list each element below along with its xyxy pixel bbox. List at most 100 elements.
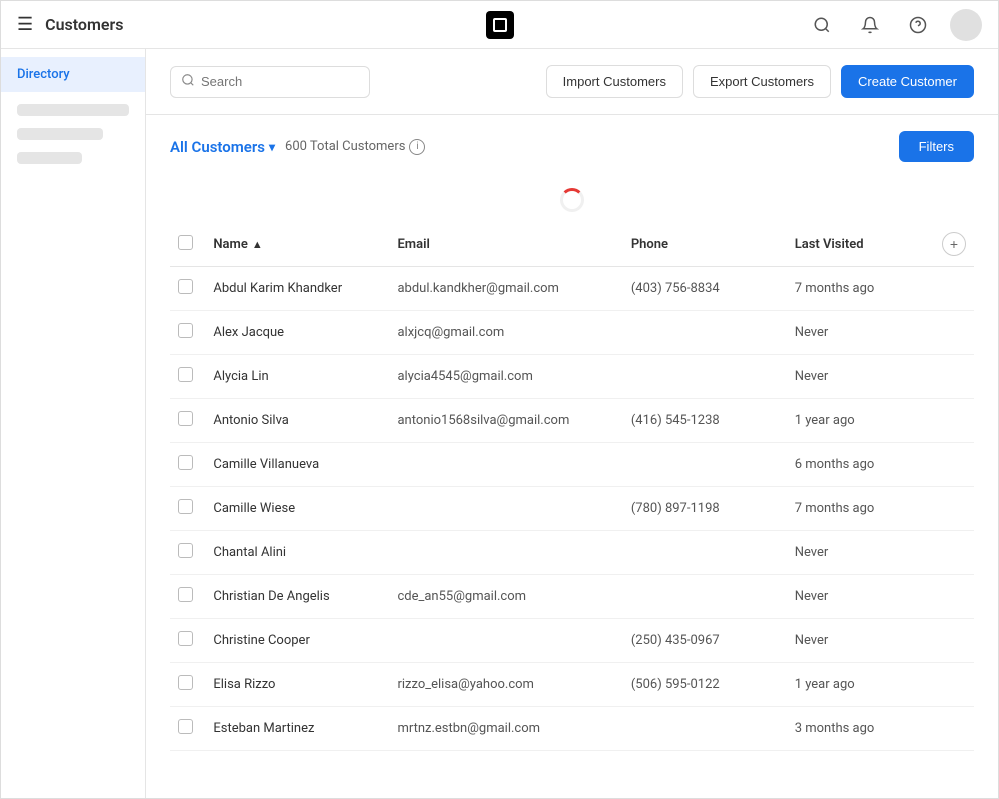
customer-email [389, 487, 622, 531]
sidebar: Directory [1, 49, 146, 798]
customer-name: Abdul Karim Khandker [205, 267, 389, 311]
customer-name: Alycia Lin [205, 355, 389, 399]
row-checkbox[interactable] [178, 367, 193, 382]
customer-name: Camille Villanueva [205, 443, 389, 487]
row-checkbox[interactable] [178, 543, 193, 558]
customer-email [389, 531, 622, 575]
customer-last-visited: 6 months ago [787, 443, 934, 487]
customers-table-container: Name ▲ Email Phone Last Visited + [146, 222, 998, 751]
customers-title[interactable]: All Customers ▾ [170, 138, 275, 156]
filters-button[interactable]: Filters [899, 131, 974, 162]
customer-last-visited: Never [787, 619, 934, 663]
search-input[interactable] [201, 74, 359, 89]
customers-count: 600 Total Customers i [285, 139, 425, 155]
select-all-checkbox[interactable] [178, 235, 193, 250]
col-header-phone: Phone [623, 222, 787, 267]
customer-last-visited: 7 months ago [787, 487, 934, 531]
chevron-down-icon: ▾ [269, 140, 275, 154]
info-icon[interactable]: i [409, 139, 425, 155]
customer-email: rizzo_elisa@yahoo.com [389, 663, 622, 707]
table-row[interactable]: Alycia Lin alycia4545@gmail.com Never [170, 355, 974, 399]
row-checkbox[interactable] [178, 719, 193, 734]
customer-email: cde_an55@gmail.com [389, 575, 622, 619]
table-row[interactable]: Christine Cooper (250) 435-0967 Never [170, 619, 974, 663]
create-customer-button[interactable]: Create Customer [841, 65, 974, 98]
customer-phone [623, 443, 787, 487]
customer-phone: (506) 595-0122 [623, 663, 787, 707]
table-row[interactable]: Abdul Karim Khandker abdul.kandkher@gmai… [170, 267, 974, 311]
main-content: Import Customers Export Customers Create… [146, 49, 998, 798]
customer-last-visited: 1 year ago [787, 399, 934, 443]
sort-asc-icon: ▲ [252, 238, 263, 251]
customer-name: Camille Wiese [205, 487, 389, 531]
customer-phone [623, 311, 787, 355]
customer-name: Elisa Rizzo [205, 663, 389, 707]
toolbar: Import Customers Export Customers Create… [146, 49, 998, 115]
customer-phone [623, 531, 787, 575]
help-button[interactable] [902, 9, 934, 41]
table-row[interactable]: Antonio Silva antonio1568silva@gmail.com… [170, 399, 974, 443]
customers-table: Name ▲ Email Phone Last Visited + [170, 222, 974, 751]
search-icon [181, 73, 195, 91]
table-row[interactable]: Elisa Rizzo rizzo_elisa@yahoo.com (506) … [170, 663, 974, 707]
customer-email [389, 443, 622, 487]
customer-email [389, 619, 622, 663]
customer-email: alxjcq@gmail.com [389, 311, 622, 355]
customer-name: Christine Cooper [205, 619, 389, 663]
customer-name: Esteban Martinez [205, 707, 389, 751]
loading-spinner-container [146, 178, 998, 222]
row-checkbox[interactable] [178, 411, 193, 426]
search-box[interactable] [170, 66, 370, 98]
row-checkbox[interactable] [178, 279, 193, 294]
sidebar-placeholder-2 [17, 128, 103, 140]
table-row[interactable]: Camille Villanueva 6 months ago [170, 443, 974, 487]
row-checkbox[interactable] [178, 323, 193, 338]
customer-email: abdul.kandkher@gmail.com [389, 267, 622, 311]
customer-phone: (403) 756-8834 [623, 267, 787, 311]
customer-last-visited: Never [787, 355, 934, 399]
customer-email: alycia4545@gmail.com [389, 355, 622, 399]
customer-phone [623, 575, 787, 619]
sidebar-item-directory[interactable]: Directory [1, 57, 145, 92]
export-customers-button[interactable]: Export Customers [693, 65, 831, 98]
col-header-last-visited: Last Visited [787, 222, 934, 267]
notifications-button[interactable] [854, 9, 886, 41]
customer-last-visited: Never [787, 575, 934, 619]
customer-email: mrtnz.estbn@gmail.com [389, 707, 622, 751]
col-header-name: Name [213, 237, 247, 252]
customer-last-visited: 3 months ago [787, 707, 934, 751]
customer-phone: (416) 545-1238 [623, 399, 787, 443]
customer-name: Alex Jacque [205, 311, 389, 355]
row-checkbox[interactable] [178, 631, 193, 646]
table-row[interactable]: Camille Wiese (780) 897-1198 7 months ag… [170, 487, 974, 531]
menu-icon[interactable]: ☰ [17, 14, 33, 35]
customer-name: Christian De Angelis [205, 575, 389, 619]
app-logo [486, 11, 514, 39]
col-header-email: Email [389, 222, 622, 267]
app-title: Customers [45, 15, 123, 34]
customer-phone: (250) 435-0967 [623, 619, 787, 663]
customer-name: Antonio Silva [205, 399, 389, 443]
customer-last-visited: Never [787, 531, 934, 575]
row-checkbox[interactable] [178, 455, 193, 470]
customer-phone: (780) 897-1198 [623, 487, 787, 531]
table-row[interactable]: Esteban Martinez mrtnz.estbn@gmail.com 3… [170, 707, 974, 751]
row-checkbox[interactable] [178, 675, 193, 690]
sidebar-placeholder-1 [17, 104, 129, 116]
add-column-button[interactable]: + [942, 232, 966, 256]
customer-last-visited: 7 months ago [787, 267, 934, 311]
import-customers-button[interactable]: Import Customers [546, 65, 683, 98]
table-row[interactable]: Chantal Alini Never [170, 531, 974, 575]
table-row[interactable]: Christian De Angelis cde_an55@gmail.com … [170, 575, 974, 619]
row-checkbox[interactable] [178, 499, 193, 514]
customer-name: Chantal Alini [205, 531, 389, 575]
search-button[interactable] [806, 9, 838, 41]
customer-phone [623, 707, 787, 751]
table-row[interactable]: Alex Jacque alxjcq@gmail.com Never [170, 311, 974, 355]
customers-header: All Customers ▾ 600 Total Customers i Fi… [146, 115, 998, 178]
user-avatar[interactable] [950, 9, 982, 41]
row-checkbox[interactable] [178, 587, 193, 602]
customer-phone [623, 355, 787, 399]
customer-email: antonio1568silva@gmail.com [389, 399, 622, 443]
customer-last-visited: Never [787, 311, 934, 355]
